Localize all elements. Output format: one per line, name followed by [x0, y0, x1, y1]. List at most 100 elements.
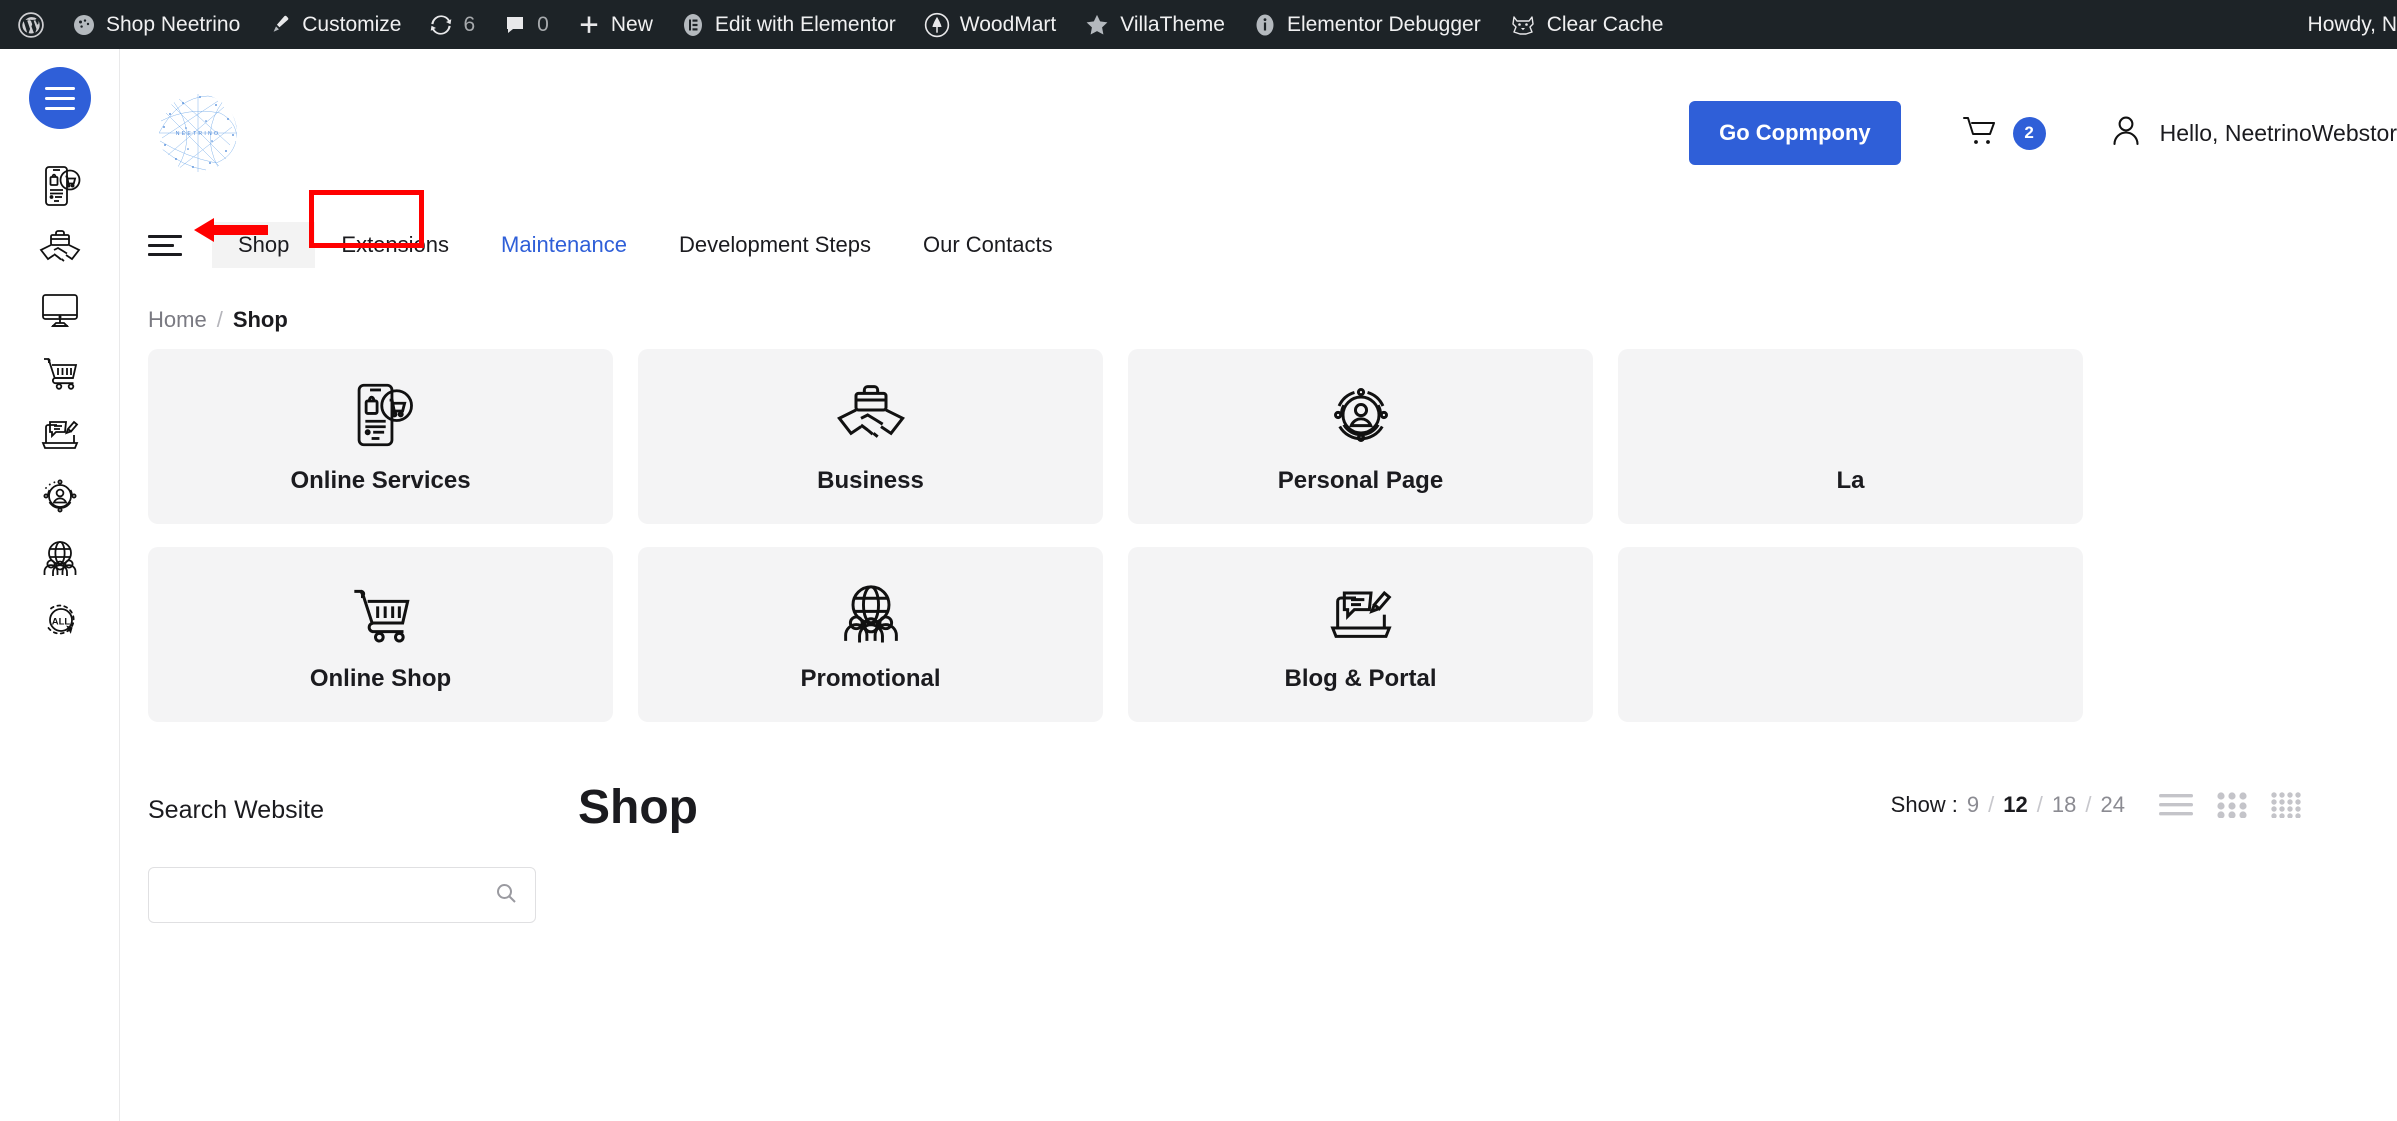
- comment-bubble-icon: [503, 13, 527, 37]
- show-separator: /: [2085, 792, 2092, 817]
- wordpress-logo-icon: [18, 11, 44, 38]
- rail-item-landing[interactable]: [29, 279, 91, 341]
- user-greeting-label: Hello, NeetrinoWebstor: [2159, 119, 2397, 146]
- left-icon-rail: ALL: [0, 49, 120, 1121]
- wp-admin-bar: Shop Neetrino Customize 6 0 New Edit wit…: [0, 0, 2397, 49]
- adminbar-item-shop-neetrino[interactable]: Shop Neetrino: [58, 0, 254, 49]
- show-separator: /: [2036, 792, 2043, 817]
- adminbar-item-comments[interactable]: 0: [489, 0, 563, 49]
- adminbar-item-villatheme[interactable]: VillaTheme: [1070, 0, 1239, 49]
- rail-item-promotional[interactable]: [29, 527, 91, 589]
- shop-toolbar-controls: Show : 9 / 12 / 18 / 24: [1891, 792, 2397, 818]
- nav-item-development-steps[interactable]: Development Steps: [653, 222, 897, 268]
- adminbar-item-wordpress-logo[interactable]: [0, 0, 58, 49]
- adminbar-item-elementor-debugger[interactable]: Elementor Debugger: [1239, 0, 1495, 49]
- site-logo[interactable]: NEETRINO: [148, 83, 248, 183]
- search-website-box[interactable]: [148, 867, 536, 923]
- rail-item-all[interactable]: ALL: [29, 589, 91, 651]
- hamburger-line: [148, 243, 174, 247]
- search-website-heading: Search Website: [148, 796, 325, 824]
- primary-nav: Shop Extensions Maintenance Development …: [120, 190, 2397, 273]
- show-label: Show :: [1890, 792, 1958, 817]
- adminbar-label: Edit with Elementor: [714, 12, 896, 36]
- rail-item-online-services[interactable]: [29, 155, 91, 217]
- category-card-personal-page[interactable]: Personal Page: [1128, 349, 1593, 524]
- global-community-icon: [835, 577, 907, 649]
- category-card-landing[interactable]: La: [1618, 349, 2083, 524]
- nav-item-maintenance[interactable]: Maintenance: [475, 222, 653, 268]
- search-icon[interactable]: [495, 882, 517, 909]
- logo-wordmark: NEETRINO: [176, 131, 220, 137]
- elementor-icon: [681, 12, 705, 38]
- updates-icon: [429, 13, 453, 37]
- woodmart-icon: [924, 12, 950, 38]
- user-avatar-icon: [2108, 112, 2144, 154]
- adminbar-label: Customize: [302, 12, 402, 36]
- cart-button[interactable]: 2: [1961, 114, 2046, 153]
- blog-writing-icon: [1322, 577, 1400, 649]
- adminbar-label: WoodMart: [959, 12, 1057, 36]
- updates-count: 6: [463, 12, 476, 36]
- category-card-business[interactable]: Business: [638, 349, 1103, 524]
- category-cards-row-1: Online Services Business Personal Page L…: [120, 349, 2397, 524]
- user-account-link[interactable]: Hello, NeetrinoWebstor: [2108, 112, 2397, 154]
- shopping-cart-icon: [37, 351, 83, 393]
- star-icon: [1084, 12, 1110, 38]
- show-option-18[interactable]: 18: [2052, 792, 2076, 818]
- category-card-promotional[interactable]: Promotional: [638, 547, 1103, 722]
- site-content: NEETRINO Go Copmpony 2 Hello, NeetrinoWe…: [120, 49, 2397, 1121]
- shop-main-toolbar: Shop Show : 9 / 12 / 18 / 24: [578, 784, 2397, 832]
- rail-item-online-shop[interactable]: [29, 341, 91, 403]
- adminbar-label: VillaTheme: [1120, 12, 1225, 36]
- show-option-24[interactable]: 24: [2101, 792, 2125, 818]
- category-card-online-services[interactable]: Online Services: [148, 349, 613, 524]
- adminbar-item-clear-cache[interactable]: Clear Cache: [1495, 0, 1678, 49]
- search-input[interactable]: [167, 883, 495, 907]
- hamburger-line: [44, 96, 75, 100]
- adminbar-label: Clear Cache: [1546, 12, 1664, 36]
- nav-links: Shop Extensions Maintenance Development …: [212, 222, 1079, 268]
- rail-item-business[interactable]: [29, 217, 91, 279]
- adminbar-item-updates[interactable]: 6: [415, 0, 489, 49]
- nav-hamburger-icon[interactable]: [148, 234, 182, 256]
- nav-item-extensions[interactable]: Extensions: [315, 222, 475, 268]
- svg-text:ALL: ALL: [51, 617, 70, 628]
- rail-item-blog-portal[interactable]: [29, 403, 91, 465]
- handshake-briefcase-icon: [37, 227, 83, 269]
- category-card-label: Blog & Portal: [1284, 664, 1437, 692]
- adminbar-item-woodmart[interactable]: WoodMart: [910, 0, 1070, 49]
- grid-4-view-icon[interactable]: [2271, 792, 2301, 818]
- category-card-blog-portal[interactable]: Blog & Portal: [1128, 547, 1593, 722]
- handshake-briefcase-icon: [832, 379, 910, 451]
- rail-item-personal-page[interactable]: [29, 465, 91, 527]
- nav-item-shop[interactable]: Shop: [212, 222, 316, 268]
- adminbar-item-customize[interactable]: Customize: [254, 0, 415, 49]
- category-card-label: La: [1836, 466, 1865, 494]
- comments-count: 0: [537, 12, 549, 36]
- global-community-icon: [38, 536, 82, 580]
- info-icon: [1253, 12, 1277, 38]
- adminbar-item-howdy[interactable]: Howdy, N: [2294, 0, 2397, 49]
- go-company-button[interactable]: Go Copmpony: [1689, 101, 1901, 165]
- category-card-partial[interactable]: [1618, 547, 2083, 722]
- show-option-9[interactable]: 9: [1967, 792, 1979, 818]
- breadcrumb-home[interactable]: Home: [148, 307, 207, 333]
- shop-sidebar: Search Website: [148, 784, 578, 923]
- adminbar-item-new[interactable]: New: [563, 0, 667, 49]
- adminbar-item-edit-with-elementor[interactable]: Edit with Elementor: [667, 0, 910, 49]
- show-option-12[interactable]: 12: [2003, 792, 2027, 818]
- category-card-label: Online Services: [290, 466, 471, 494]
- hamburger-line: [148, 234, 182, 238]
- cart-count-badge: 2: [2012, 116, 2046, 150]
- mobile-commerce-icon: [38, 163, 82, 209]
- shop-toolbar-area: Search Website Shop Show : 9 / 12 / 18 /…: [120, 784, 2397, 923]
- nav-item-our-contacts[interactable]: Our Contacts: [897, 222, 1079, 268]
- grid-3-view-icon[interactable]: [2217, 792, 2247, 818]
- cat-icon: [1509, 13, 1537, 37]
- category-card-online-shop[interactable]: Online Shop: [148, 547, 613, 722]
- paintbrush-icon: [268, 13, 292, 37]
- page-title: Shop: [578, 781, 698, 834]
- adminbar-label: New: [610, 12, 653, 36]
- list-view-icon[interactable]: [2159, 792, 2193, 818]
- hamburger-menu-button[interactable]: [28, 67, 91, 129]
